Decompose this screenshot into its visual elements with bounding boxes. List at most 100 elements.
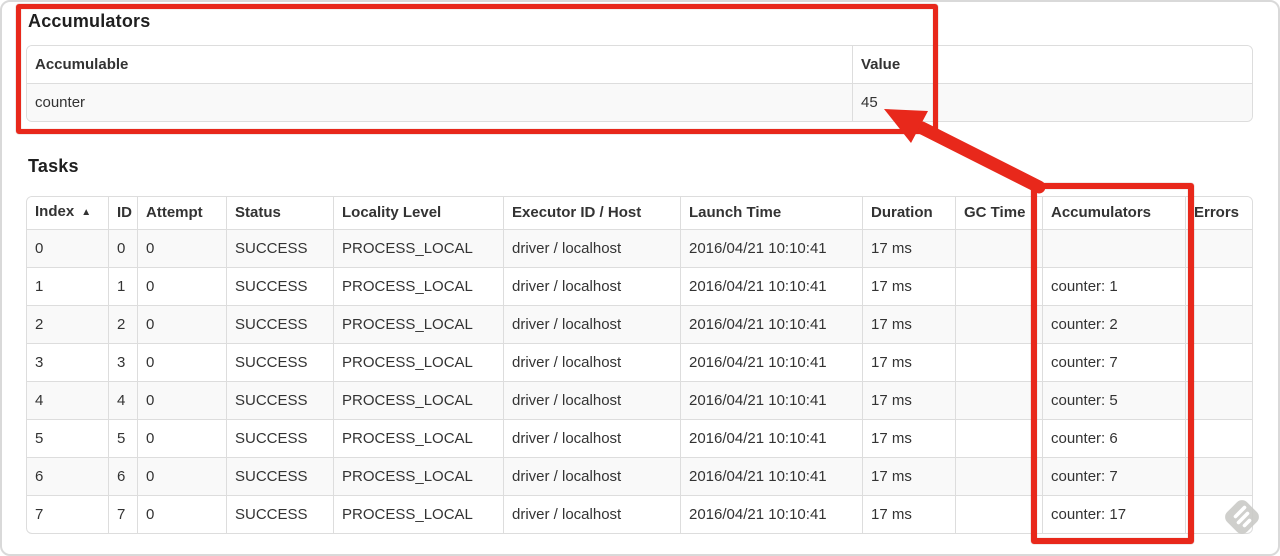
col-header-status[interactable]: Status [227,197,334,230]
task-row: 3 3 0 SUCCESS PROCESS_LOCAL driver / loc… [27,344,1252,382]
cell-index: 3 [27,344,109,382]
cell-gc-time [956,230,1043,268]
col-header-launch-time[interactable]: Launch Time [681,197,863,230]
cell-launch-time: 2016/04/21 10:10:41 [681,344,863,382]
sort-asc-icon: ▲ [81,207,92,218]
cell-locality-level: PROCESS_LOCAL [334,496,504,533]
cell-locality-level: PROCESS_LOCAL [334,382,504,420]
cell-id: 7 [109,496,138,533]
cell-launch-time: 2016/04/21 10:10:41 [681,496,863,533]
task-row: 4 4 0 SUCCESS PROCESS_LOCAL driver / loc… [27,382,1252,420]
cell-status: SUCCESS [227,382,334,420]
accumulators-section-title: Accumulators [28,11,151,31]
cell-accumulators [1043,230,1186,268]
cell-status: SUCCESS [227,344,334,382]
cell-status: SUCCESS [227,458,334,496]
cell-locality-level: PROCESS_LOCAL [334,458,504,496]
cell-gc-time [956,420,1043,458]
col-header-id[interactable]: ID [109,197,138,230]
cell-locality-level: PROCESS_LOCAL [334,230,504,268]
cell-index: 7 [27,496,109,533]
col-header-index-label: Index [35,203,75,220]
cell-errors [1186,382,1252,420]
cell-executor-id-host: driver / localhost [504,382,681,420]
accumulators-table: Accumulable Value counter 45 [26,45,1253,122]
cell-duration: 17 ms [863,268,956,306]
cell-locality-level: PROCESS_LOCAL [334,420,504,458]
col-header-duration[interactable]: Duration [863,197,956,230]
cell-status: SUCCESS [227,306,334,344]
cell-gc-time [956,496,1043,533]
cell-attempt: 0 [138,230,227,268]
cell-launch-time: 2016/04/21 10:10:41 [681,458,863,496]
cell-gc-time [956,344,1043,382]
cell-errors [1186,496,1252,533]
cell-id: 1 [109,268,138,306]
cell-duration: 17 ms [863,496,956,533]
cell-executor-id-host: driver / localhost [504,230,681,268]
cell-executor-id-host: driver / localhost [504,420,681,458]
cell-launch-time: 2016/04/21 10:10:41 [681,306,863,344]
col-header-index[interactable]: Index ▲ [27,197,109,230]
cell-executor-id-host: driver / localhost [504,344,681,382]
col-header-locality-level[interactable]: Locality Level [334,197,504,230]
col-header-gc-time[interactable]: GC Time [956,197,1043,230]
col-header-accumulators[interactable]: Accumulators [1043,197,1186,230]
cell-attempt: 0 [138,306,227,344]
cell-id: 0 [109,230,138,268]
cell-errors [1186,420,1252,458]
cell-executor-id-host: driver / localhost [504,306,681,344]
cell-accumulators: counter: 1 [1043,268,1186,306]
cell-duration: 17 ms [863,382,956,420]
cell-id: 5 [109,420,138,458]
cell-launch-time: 2016/04/21 10:10:41 [681,268,863,306]
cell-status: SUCCESS [227,268,334,306]
cell-attempt: 0 [138,268,227,306]
corner-red-sliver [1274,550,1278,554]
cell-attempt: 0 [138,420,227,458]
cell-gc-time [956,382,1043,420]
accumulators-header-row: Accumulable Value [27,46,1252,84]
cell-errors [1186,458,1252,496]
col-header-errors[interactable]: Errors [1186,197,1252,230]
cell-status: SUCCESS [227,420,334,458]
col-header-value: Value [853,46,1252,84]
tasks-header-row: Index ▲ ID Attempt Status Locality Level … [27,197,1252,230]
cell-attempt: 0 [138,382,227,420]
cell-duration: 17 ms [863,306,956,344]
spark-stage-page: Accumulators Accumulable Value counter 4… [0,0,1280,556]
col-header-executor-id-host[interactable]: Executor ID / Host [504,197,681,230]
cell-gc-time [956,268,1043,306]
cell-errors [1186,344,1252,382]
cell-accumulators: counter: 17 [1043,496,1186,533]
cell-index: 6 [27,458,109,496]
cell-accumulators: counter: 2 [1043,306,1186,344]
task-row: 6 6 0 SUCCESS PROCESS_LOCAL driver / loc… [27,458,1252,496]
cell-duration: 17 ms [863,420,956,458]
task-row: 5 5 0 SUCCESS PROCESS_LOCAL driver / loc… [27,420,1252,458]
cell-launch-time: 2016/04/21 10:10:41 [681,382,863,420]
cell-duration: 17 ms [863,344,956,382]
cell-status: SUCCESS [227,496,334,533]
cell-locality-level: PROCESS_LOCAL [334,268,504,306]
cell-locality-level: PROCESS_LOCAL [334,344,504,382]
tasks-table: Index ▲ ID Attempt Status Locality Level … [26,196,1253,534]
cell-executor-id-host: driver / localhost [504,458,681,496]
cell-gc-time [956,306,1043,344]
cell-attempt: 0 [138,458,227,496]
cell-status: SUCCESS [227,230,334,268]
cell-accumulators: counter: 5 [1043,382,1186,420]
cell-attempt: 0 [138,496,227,533]
cell-launch-time: 2016/04/21 10:10:41 [681,420,863,458]
cell-id: 6 [109,458,138,496]
task-row: 2 2 0 SUCCESS PROCESS_LOCAL driver / loc… [27,306,1252,344]
cell-launch-time: 2016/04/21 10:10:41 [681,230,863,268]
cell-executor-id-host: driver / localhost [504,496,681,533]
cell-attempt: 0 [138,344,227,382]
task-row: 1 1 0 SUCCESS PROCESS_LOCAL driver / loc… [27,268,1252,306]
cell-errors [1186,306,1252,344]
cell-accumulable-name: counter [27,84,853,121]
cell-errors [1186,268,1252,306]
accumulator-row: counter 45 [27,84,1252,121]
col-header-attempt[interactable]: Attempt [138,197,227,230]
